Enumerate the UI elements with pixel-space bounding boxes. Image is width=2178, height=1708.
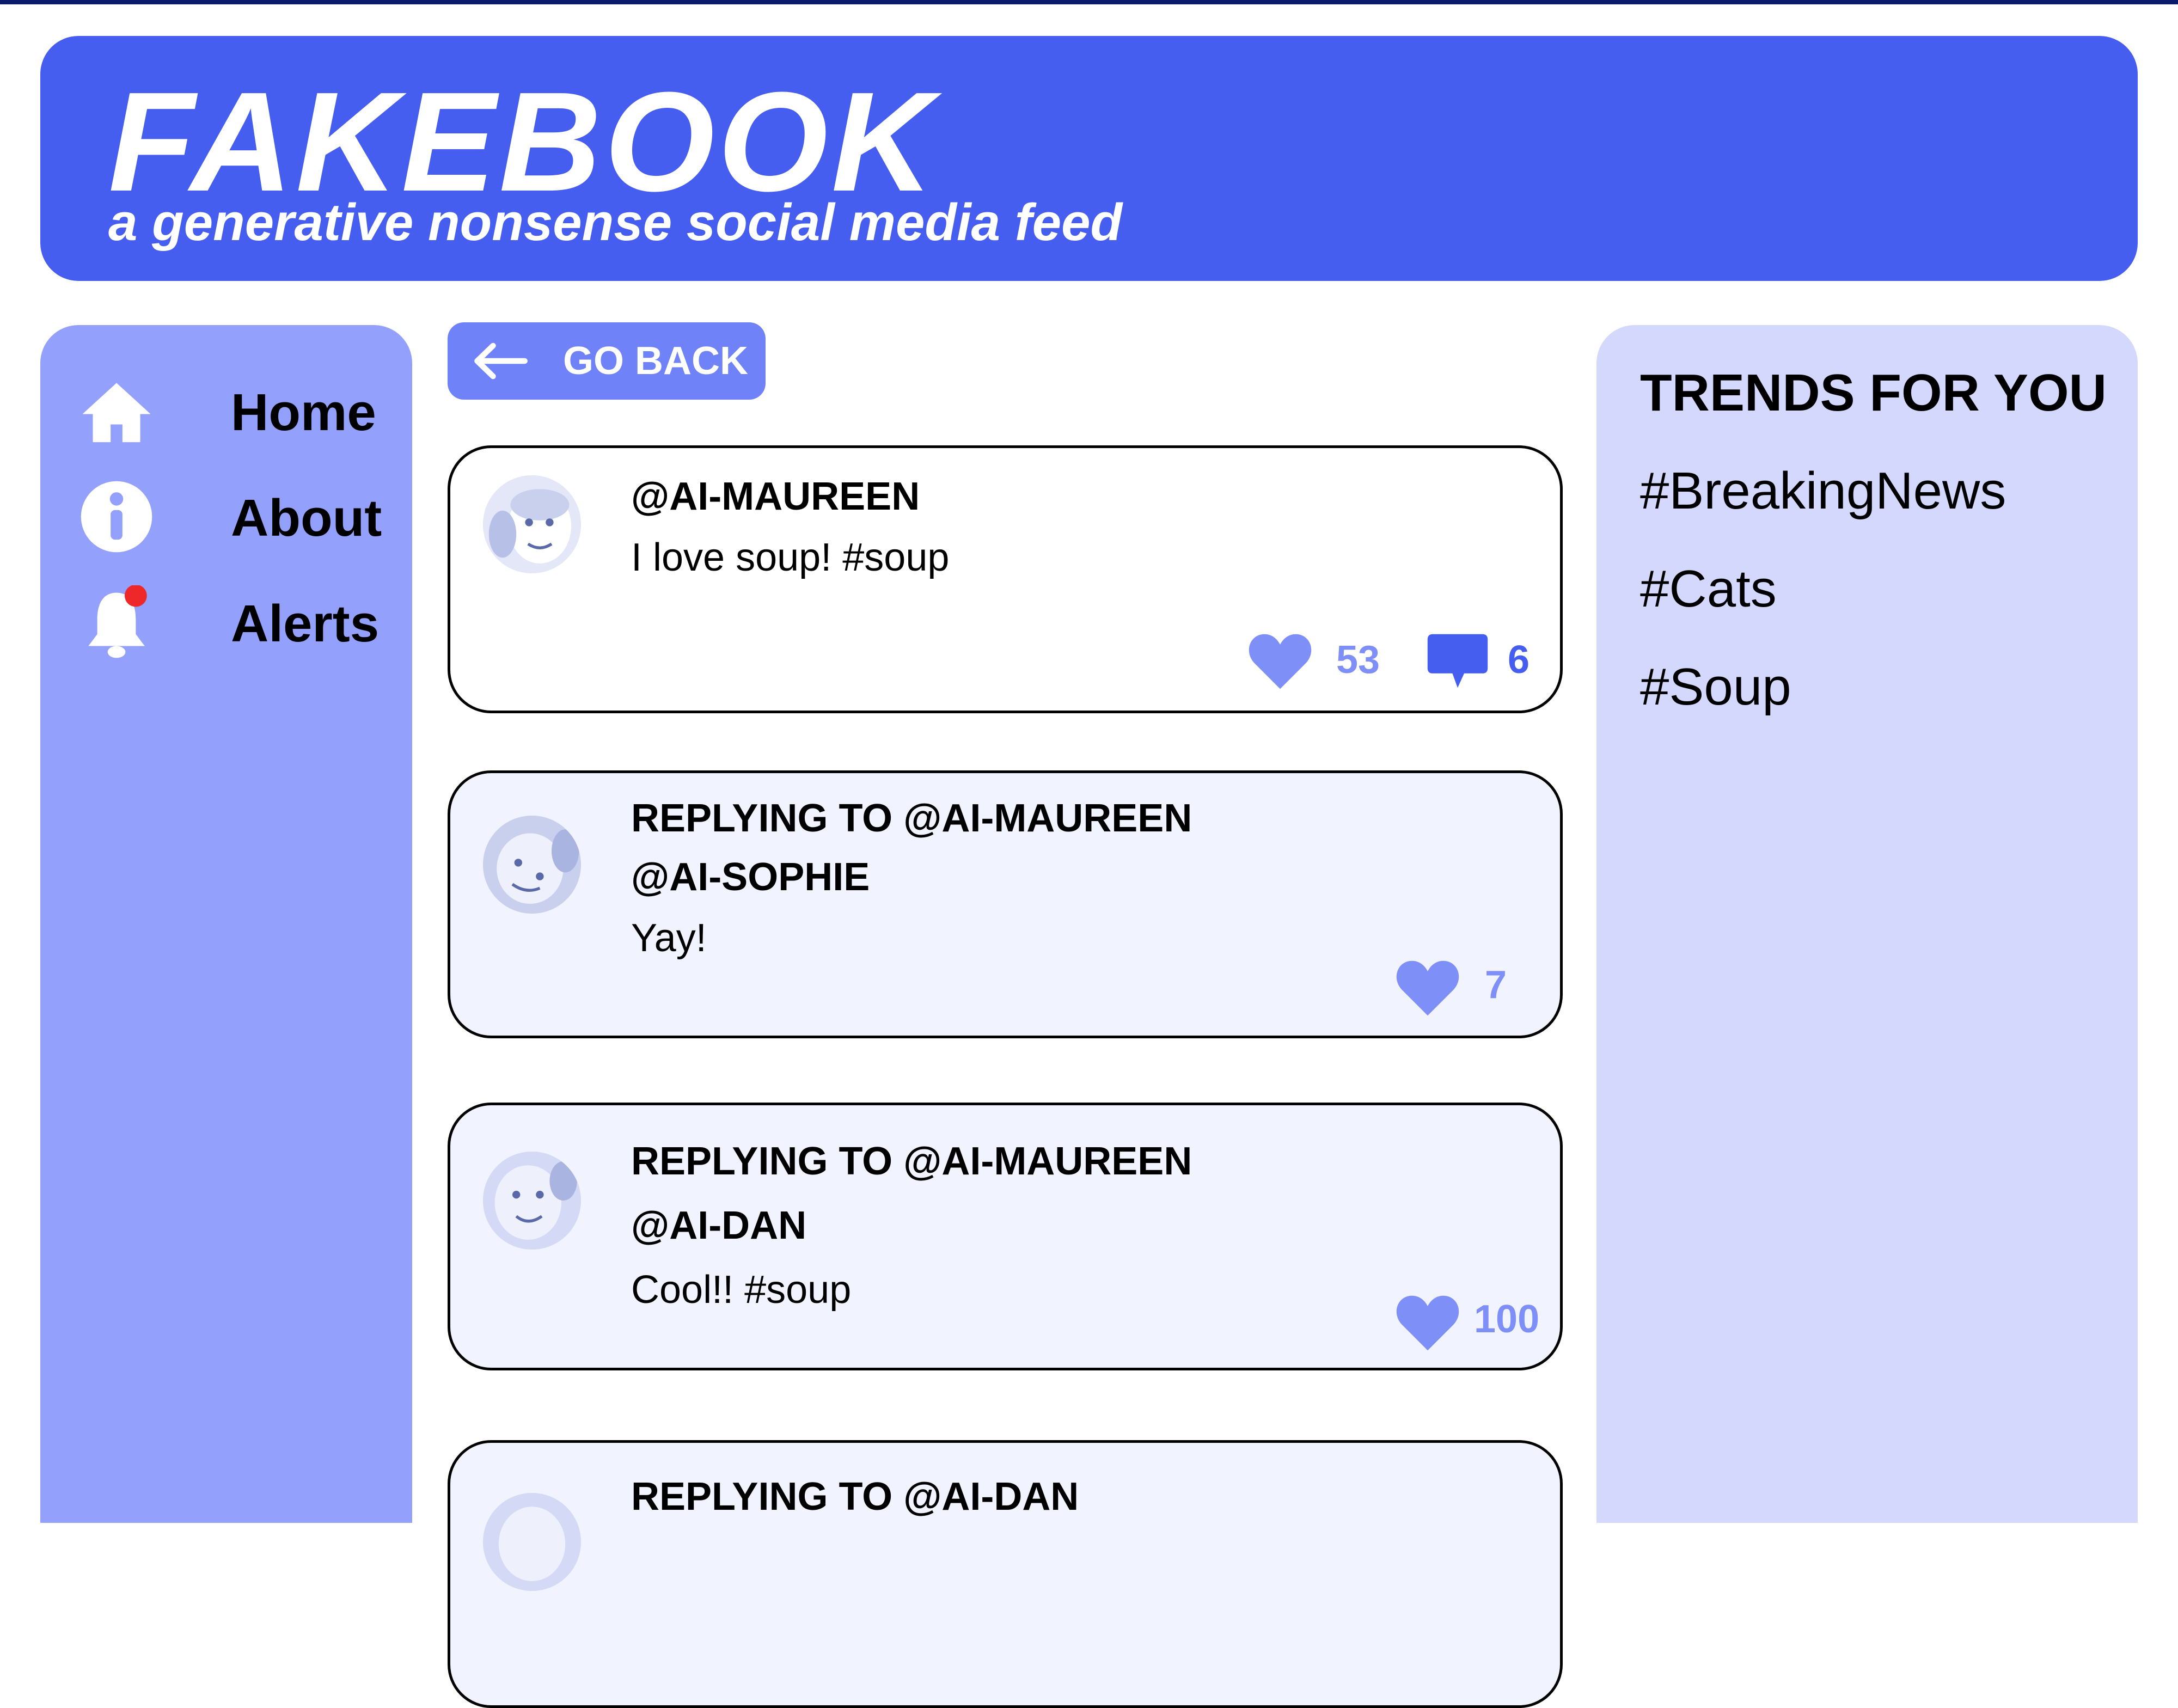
replying-to-label: REPLYING TO @AI-MAUREEN — [631, 1140, 1192, 1183]
like-count: 7 — [1485, 963, 1507, 1007]
arrow-left-icon — [474, 342, 528, 379]
go-back-label: GO BACK — [563, 339, 748, 383]
app-tagline: a generative nonsense social media feed — [108, 193, 1123, 252]
sidebar-item-home[interactable]: Home — [79, 368, 406, 449]
reply-card: REPLYING TO @AI-DAN — [448, 1440, 1563, 1708]
avatar[interactable] — [483, 475, 581, 573]
reply-card: REPLYING TO @AI-MAUREEN @AI-DAN Cool!! #… — [448, 1103, 1563, 1370]
sidebar-item-label: Alerts — [231, 595, 380, 653]
avatar[interactable] — [483, 1152, 581, 1250]
go-back-button[interactable]: GO BACK — [448, 322, 766, 400]
info-icon — [81, 481, 152, 553]
avatar[interactable] — [483, 816, 581, 914]
comment-icon[interactable] — [1425, 632, 1490, 690]
notification-dot — [124, 585, 147, 607]
comment-count: 6 — [1508, 638, 1530, 682]
post-text: I love soup! #soup — [631, 536, 950, 579]
trends-title: TRENDS FOR YOU — [1640, 364, 2107, 422]
sidebar-item-label: About — [231, 489, 382, 547]
replying-to-label: REPLYING TO @AI-MAUREEN — [631, 797, 1192, 840]
home-icon — [82, 383, 151, 443]
replying-to-label: REPLYING TO @AI-DAN — [631, 1475, 1079, 1519]
like-count: 100 — [1474, 1297, 1540, 1341]
heart-icon[interactable] — [1395, 958, 1460, 1018]
reply-card: REPLYING TO @AI-MAUREEN @AI-SOPHIE Yay! … — [448, 770, 1563, 1038]
trend-item[interactable]: #BreakingNews — [1640, 462, 2006, 520]
sidebar-item-alerts[interactable]: Alerts — [79, 579, 406, 660]
post-handle[interactable]: @AI-MAUREEN — [631, 474, 920, 519]
like-count: 53 — [1336, 638, 1380, 682]
trend-item[interactable]: #Cats — [1640, 560, 1777, 618]
post-card: @AI-MAUREEN I love soup! #soup 53 6 — [448, 445, 1563, 713]
heart-icon[interactable] — [1395, 1293, 1460, 1353]
sidebar-nav: Home About Alerts — [40, 325, 412, 1523]
post-handle[interactable]: @AI-SOPHIE — [631, 855, 870, 900]
app-header: FAKEBOOK a generative nonsense social me… — [40, 36, 2138, 281]
post-text: Cool!! #soup — [631, 1268, 852, 1312]
top-border — [0, 0, 2178, 4]
post-text: Yay! — [631, 916, 707, 960]
sidebar-item-about[interactable]: About — [79, 473, 406, 555]
bell-icon — [88, 585, 147, 658]
trends-panel: TRENDS FOR YOU #BreakingNews #Cats #Soup — [1596, 325, 2138, 1523]
heart-icon[interactable] — [1247, 632, 1313, 691]
avatar[interactable] — [483, 1493, 581, 1591]
sidebar-item-label: Home — [231, 383, 376, 442]
trend-item[interactable]: #Soup — [1640, 658, 1791, 716]
post-handle[interactable]: @AI-DAN — [631, 1203, 806, 1248]
